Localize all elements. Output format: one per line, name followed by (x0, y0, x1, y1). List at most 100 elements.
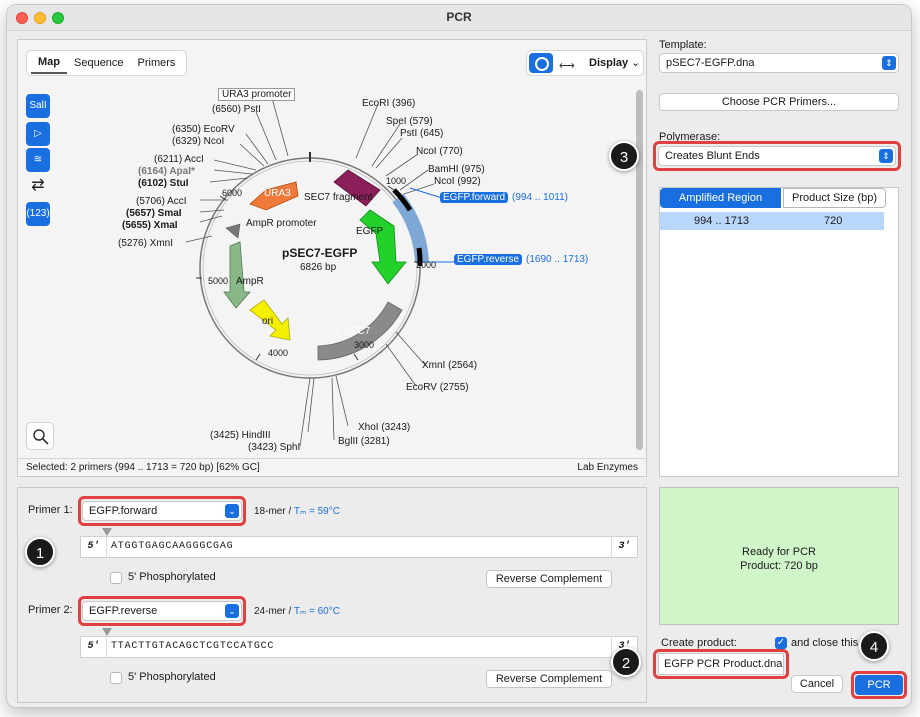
ampr-label: AmpR (236, 276, 264, 287)
enzyme-label[interactable]: (6350) EcoRV (172, 124, 235, 135)
primer2-select[interactable]: EGFP.reverse ⌄ (82, 601, 242, 621)
primer2-position-marker[interactable] (102, 628, 112, 636)
numbering-tool-icon[interactable]: (123) (26, 202, 50, 226)
table-row[interactable]: 994 .. 1713 720 (660, 212, 884, 230)
primer1-reverse-complement-button[interactable]: Reverse Complement (486, 570, 612, 588)
close-window-button[interactable] (16, 12, 28, 24)
primer2-sequence: TTACTTGTACAGCTCGTCCATGCC (111, 641, 275, 652)
zoom-search-button[interactable] (26, 422, 54, 450)
primer-tool-icon[interactable]: ≋ (26, 148, 50, 172)
enzyme-label[interactable]: BglII (3281) (338, 436, 390, 447)
primer1-select-value: EGFP.forward (89, 505, 158, 517)
tick-3000 (353, 353, 359, 361)
enzyme-label[interactable]: XmnI (2564) (422, 360, 477, 371)
title-bar: PCR (7, 5, 911, 31)
primer2-5prime: 5' (81, 637, 107, 657)
chevron-down-icon: ⌄ (225, 504, 239, 518)
product-name-field[interactable]: EGFP PCR Product.dna (658, 653, 784, 675)
enzyme-label[interactable]: NcoI (992) (434, 176, 481, 187)
pcr-button[interactable]: PCR (855, 675, 903, 695)
enzyme-label[interactable]: EcoRI (396) (362, 98, 415, 109)
display-menu[interactable]: Display (589, 57, 628, 69)
enzyme-set-label[interactable]: Lab Enzymes (577, 459, 638, 477)
enzyme-label[interactable]: EcoRV (2755) (406, 382, 469, 393)
chevron-down-icon[interactable]: ⌄ (631, 56, 640, 69)
sec7-3prime-label: 3' SEC7 (334, 326, 371, 337)
enzyme-label[interactable]: NcoI (770) (416, 146, 463, 157)
tick-label-6000: 6000 (222, 188, 243, 198)
primer1-sequence-field[interactable]: 5' ATGGTGAGCAAGGGCGAG 3' (80, 536, 638, 558)
enzyme-tool-icon[interactable]: SalI (26, 94, 50, 118)
choose-primers-button[interactable]: Choose PCR Primers... (659, 93, 899, 111)
tab-product-size[interactable]: Product Size (bp) (783, 188, 886, 208)
ampr-promoter-label: AmpR promoter (246, 218, 317, 229)
enzyme-label[interactable]: (3423) SphI (248, 442, 300, 453)
chevron-updown-icon: ⇕ (882, 56, 896, 70)
circular-view-icon[interactable] (529, 53, 553, 73)
primer2-sequence-field[interactable]: 5' TTACTTGTACAGCTCGTCCATGCC 3' (80, 636, 638, 658)
primer2-length: 24-mer / Tₘ = 60°C (254, 606, 340, 617)
enzyme-label[interactable]: (3425) HindIII (210, 430, 271, 441)
display-controls: ⟷ Display ⌄ (526, 50, 644, 76)
cancel-button[interactable]: Cancel (791, 675, 843, 693)
enzyme-label[interactable]: (6164) ApaI* (138, 166, 195, 177)
selection-status: Selected: 2 primers (994 .. 1713 = 720 b… (26, 462, 260, 473)
enzyme-label[interactable]: (6102) StuI (138, 178, 189, 189)
enzyme-label[interactable]: (5706) AccI (136, 196, 187, 207)
enzyme-label[interactable]: (6211) AccI (154, 154, 204, 165)
ampr-promoter-feature (225, 223, 241, 239)
reverse-primer-map-label[interactable]: EGFP.reverse (454, 254, 523, 265)
close-window-checkbox[interactable]: ✓ (775, 637, 787, 649)
sec7-fragment-label: SEC7 fragment (304, 192, 373, 203)
egfp-label: EGFP (356, 226, 384, 237)
forward-primer-map-label[interactable]: EGFP.forward (440, 192, 509, 203)
map-view-tabs: Map Sequence Primers (26, 50, 188, 76)
feature-tool-icon[interactable]: ▷ (26, 122, 50, 146)
primer1-position-marker[interactable] (102, 528, 112, 536)
map-status-bar: Selected: 2 primers (994 .. 1713 = 720 b… (18, 458, 646, 476)
primer2-phosphorylated-checkbox[interactable] (110, 672, 122, 684)
egfp-feature (359, 209, 407, 285)
polymerase-select-value: Creates Blunt Ends (665, 150, 760, 162)
enzyme-label[interactable]: (6329) NcoI (172, 136, 224, 147)
chevron-updown-icon: ⇕ (879, 149, 893, 163)
linear-view-icon[interactable]: ⟷ (559, 59, 575, 72)
tab-primers[interactable]: Primers (131, 51, 183, 75)
create-product-label: Create product: (661, 637, 737, 649)
ori-label: ori (262, 316, 274, 327)
primer2-select-value: EGFP.reverse (89, 605, 158, 617)
primer1-label: Primer 1: (28, 504, 73, 516)
primer1-length: 18-mer / Tₘ = 59°C (254, 506, 340, 517)
tick-label-5000: 5000 (208, 276, 229, 286)
tab-map[interactable]: Map (31, 52, 67, 74)
enzyme-label[interactable]: PstI (645) (400, 128, 443, 139)
template-select[interactable]: pSEC7-EGFP.dna ⇕ (659, 53, 899, 73)
enzyme-label[interactable]: SpeI (579) (386, 116, 433, 127)
primer1-5prime: 5' (81, 537, 107, 557)
tab-amplified-region[interactable]: Amplified Region (660, 188, 781, 208)
enzyme-label[interactable]: XhoI (3243) (358, 422, 410, 433)
forward-primer-connector (409, 187, 443, 199)
tick-4000 (255, 353, 261, 361)
enzyme-label[interactable]: (5276) XmnI (118, 238, 173, 249)
callout-badge-2: 2 (611, 647, 641, 677)
ura3-label: URA3 (264, 188, 291, 199)
orf-tool-icon[interactable]: ⇄ (26, 174, 50, 198)
enzyme-label[interactable]: (6560) PstI (212, 104, 261, 115)
primer1-select[interactable]: EGFP.forward ⌄ (82, 501, 242, 521)
primer2-tm: Tₘ = 60°C (293, 606, 340, 617)
minimize-window-button[interactable] (34, 12, 46, 24)
callout-badge-3: 3 (609, 141, 639, 171)
enzyme-label[interactable]: (5655) XmaI (122, 220, 178, 231)
enzyme-label[interactable]: BamHI (975) (428, 164, 485, 175)
primer2-reverse-complement-button[interactable]: Reverse Complement (486, 670, 612, 688)
primer1-phosphorylated-checkbox[interactable] (110, 572, 122, 584)
polymerase-select[interactable]: Creates Blunt Ends ⇕ (658, 146, 896, 166)
enzyme-label[interactable]: (5657) SmaI (126, 208, 182, 219)
primer2-mer: 24-mer / (254, 606, 292, 617)
zoom-window-button[interactable] (52, 12, 64, 24)
map-scrollbar[interactable] (636, 90, 643, 450)
tab-sequence[interactable]: Sequence (67, 51, 131, 75)
enzyme-label[interactable]: URA3 promoter (218, 88, 296, 101)
chevron-down-icon: ⌄ (225, 604, 239, 618)
